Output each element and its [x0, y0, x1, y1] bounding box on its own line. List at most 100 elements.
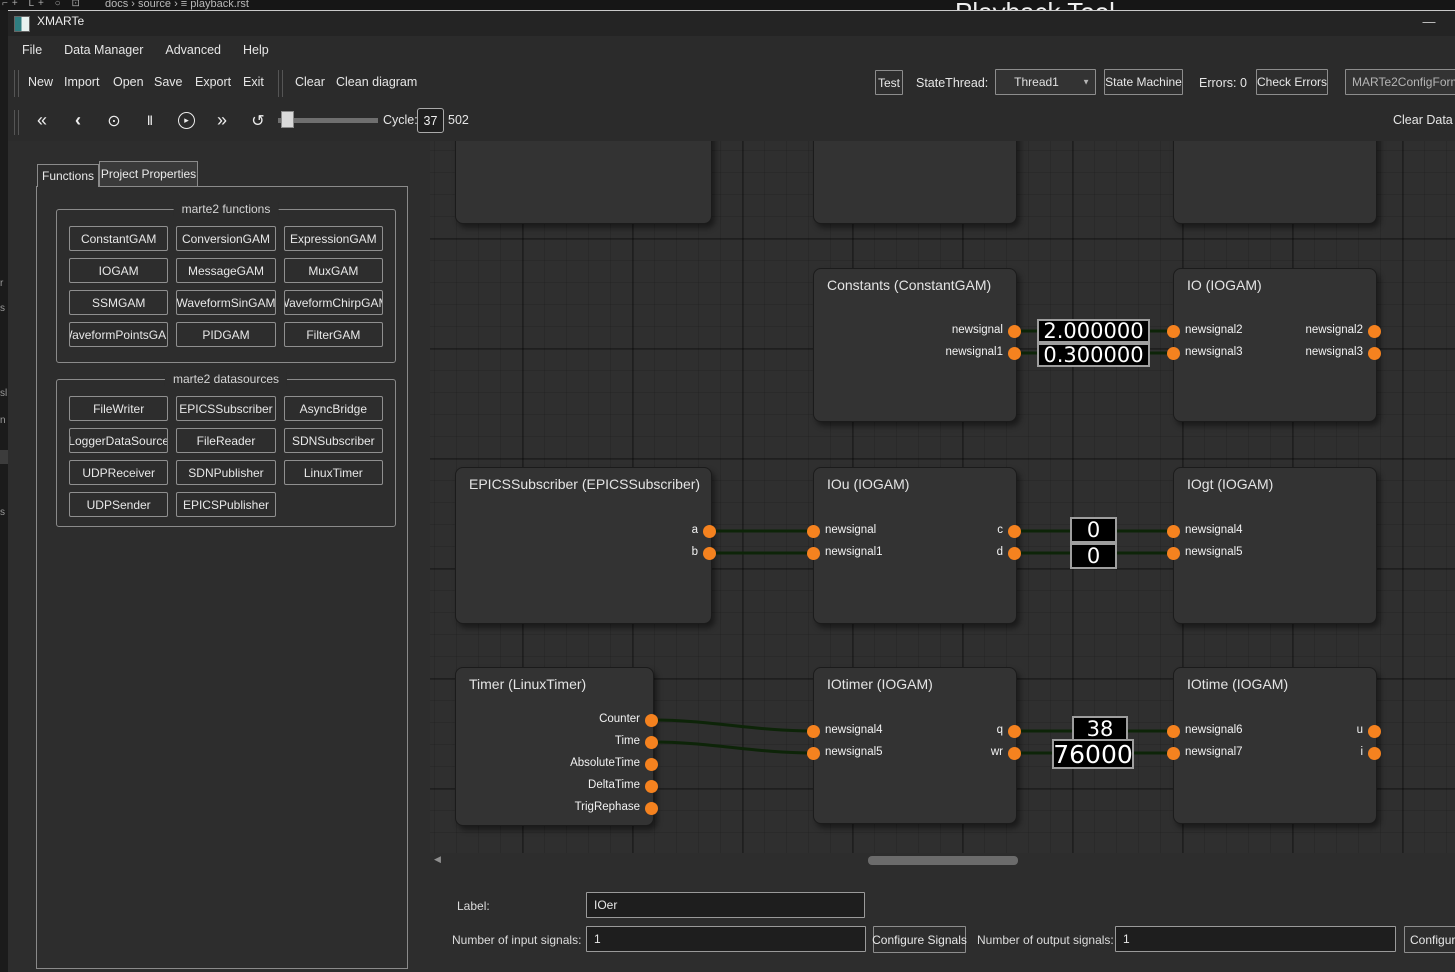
- palette-udpreceiver[interactable]: UDPReceiver: [69, 460, 168, 485]
- output-port-b[interactable]: [703, 547, 716, 560]
- signal-wire: [652, 742, 813, 753]
- skip-backward-button[interactable]: «: [29, 108, 55, 133]
- configure-input-signals-button[interactable]: Configure Signals: [873, 926, 966, 953]
- palette-filewriter[interactable]: FileWriter: [69, 396, 168, 421]
- input-port-newsignal4[interactable]: [807, 725, 820, 738]
- test-button[interactable]: Test: [875, 70, 903, 95]
- clean-diagram-button[interactable]: Clean diagram: [336, 75, 417, 89]
- check-errors-button[interactable]: Check Errors: [1256, 69, 1328, 95]
- palette-waveformpointsgam[interactable]: WaveformPointsGAM: [69, 322, 168, 347]
- title-bar[interactable]: [8, 11, 1455, 37]
- record-button[interactable]: ⊙: [101, 108, 127, 133]
- output-port-q[interactable]: [1008, 725, 1021, 738]
- input-port-newsignal6[interactable]: [1167, 725, 1180, 738]
- palette-waveformsingam[interactable]: WaveformSinGAM: [176, 290, 275, 315]
- clear-data-button[interactable]: Clear Data: [1393, 113, 1453, 127]
- pause-button[interactable]: Ⅱ: [137, 108, 163, 133]
- label-input[interactable]: [586, 892, 865, 918]
- palette-epicspublisher[interactable]: EPICSPublisher: [176, 492, 275, 517]
- palette-expressiongam[interactable]: ExpressionGAM: [284, 226, 383, 251]
- palette-messagegam[interactable]: MessageGAM: [176, 258, 275, 283]
- group-marte2-datasources: marte2 datasources FileWriterEPICSSubscr…: [56, 379, 396, 527]
- input-port-newsignal2[interactable]: [1167, 325, 1180, 338]
- window-title: XMARTe: [37, 14, 84, 28]
- save-button[interactable]: Save: [154, 75, 183, 89]
- palette-loggerdatasource[interactable]: LoggerDataSource: [69, 428, 168, 453]
- output-port-newsignal[interactable]: [1008, 325, 1021, 338]
- output-port-d[interactable]: [1008, 547, 1021, 560]
- open-button[interactable]: Open: [113, 75, 144, 89]
- thread-select[interactable]: Thread1 ▼: [995, 69, 1096, 95]
- input-port-newsignal7[interactable]: [1167, 747, 1180, 760]
- output-port-wr[interactable]: [1008, 747, 1021, 760]
- horizontal-scrollbar[interactable]: [868, 856, 1018, 865]
- input-signals-input[interactable]: [586, 926, 866, 952]
- output-port-newsignal3[interactable]: [1368, 347, 1381, 360]
- palette-constantgam[interactable]: ConstantGAM: [69, 226, 168, 251]
- scroll-left-icon[interactable]: ◀: [434, 854, 441, 865]
- step-backward-button[interactable]: ‹: [65, 108, 91, 133]
- palette-filereader[interactable]: FileReader: [176, 428, 275, 453]
- menu-data-manager[interactable]: Data Manager: [64, 43, 143, 57]
- tab-functions[interactable]: Functions: [37, 164, 99, 187]
- palette-sdnpublisher[interactable]: SDNPublisher: [176, 460, 275, 485]
- palette-udpsender[interactable]: UDPSender: [69, 492, 168, 517]
- toolbar-handle: [14, 110, 15, 135]
- export-button[interactable]: Export: [195, 75, 231, 89]
- output-port-Counter[interactable]: [645, 714, 658, 727]
- input-port-newsignal5[interactable]: [807, 747, 820, 760]
- input-port-newsignal4[interactable]: [1167, 525, 1180, 538]
- label-caption: Label:: [457, 899, 490, 913]
- new-button[interactable]: New: [28, 75, 53, 89]
- menu-help[interactable]: Help: [243, 43, 269, 57]
- clear-button[interactable]: Clear: [295, 75, 325, 89]
- output-port-i[interactable]: [1368, 747, 1381, 760]
- output-port-a[interactable]: [703, 525, 716, 538]
- menu-file[interactable]: File: [22, 43, 42, 57]
- input-port-newsignal[interactable]: [807, 525, 820, 538]
- output-port-DeltaTime[interactable]: [645, 780, 658, 793]
- palette-conversiongam[interactable]: ConversionGAM: [176, 226, 275, 251]
- palette-asyncbridge[interactable]: AsyncBridge: [284, 396, 383, 421]
- output-port-u[interactable]: [1368, 725, 1381, 738]
- state-machine-button[interactable]: State Machine: [1104, 69, 1183, 95]
- tab-project-properties[interactable]: Project Properties: [99, 161, 198, 187]
- import-button[interactable]: Import: [64, 75, 99, 89]
- minimize-button[interactable]: —: [1418, 12, 1440, 32]
- exit-button[interactable]: Exit: [243, 75, 264, 89]
- input-port-newsignal1[interactable]: [807, 547, 820, 560]
- palette-linuxtimer[interactable]: LinuxTimer: [284, 460, 383, 485]
- menu-advanced[interactable]: Advanced: [165, 43, 221, 57]
- cycle-input[interactable]: [417, 108, 444, 133]
- menu-bar: File Data Manager Advanced Help: [8, 36, 1455, 63]
- palette-ssmgam[interactable]: SSMGAM: [69, 290, 168, 315]
- statethread-label: StateThread:: [916, 76, 988, 90]
- output-port-newsignal2[interactable]: [1368, 325, 1381, 338]
- palette-sdnsubscriber[interactable]: SDNSubscriber: [284, 428, 383, 453]
- output-port-TrigRephase[interactable]: [645, 802, 658, 815]
- playback-slider-handle[interactable]: [281, 111, 294, 128]
- background-window-strip: ⌐+ Ĺ+ ○ ⊡ docs › source › ≡ playback.rst…: [0, 0, 1455, 10]
- palette-iogam[interactable]: IOGAM: [69, 258, 168, 283]
- play-button[interactable]: ▸: [173, 108, 199, 133]
- signal-value-display: 0.300000: [1037, 343, 1150, 367]
- palette-muxgam[interactable]: MuxGAM: [284, 258, 383, 283]
- palette-pidgam[interactable]: PIDGAM: [176, 322, 275, 347]
- config-format-select[interactable]: MARTe2ConfigFormat: [1345, 69, 1455, 95]
- output-port-Time[interactable]: [645, 736, 658, 749]
- input-port-newsignal3[interactable]: [1167, 347, 1180, 360]
- background-text-fragment: n: [0, 415, 6, 426]
- configure-output-signals-button[interactable]: Configure Signals: [1404, 926, 1455, 953]
- refresh-button[interactable]: ↺: [245, 108, 271, 133]
- output-port-c[interactable]: [1008, 525, 1021, 538]
- diagram-canvas[interactable]: Constants (ConstantGAM)newsignalnewsigna…: [430, 141, 1455, 853]
- palette-filtergam[interactable]: FilterGAM: [284, 322, 383, 347]
- skip-forward-button[interactable]: »: [209, 108, 235, 133]
- output-port-newsignal1[interactable]: [1008, 347, 1021, 360]
- palette-waveformchirpgam[interactable]: WaveformChirpGAM: [284, 290, 383, 315]
- signal-value-display: 0: [1070, 543, 1117, 569]
- output-signals-input[interactable]: [1115, 926, 1396, 952]
- output-port-AbsoluteTime[interactable]: [645, 758, 658, 771]
- input-port-newsignal5[interactable]: [1167, 547, 1180, 560]
- palette-epicssubscriber[interactable]: EPICSSubscriber: [176, 396, 275, 421]
